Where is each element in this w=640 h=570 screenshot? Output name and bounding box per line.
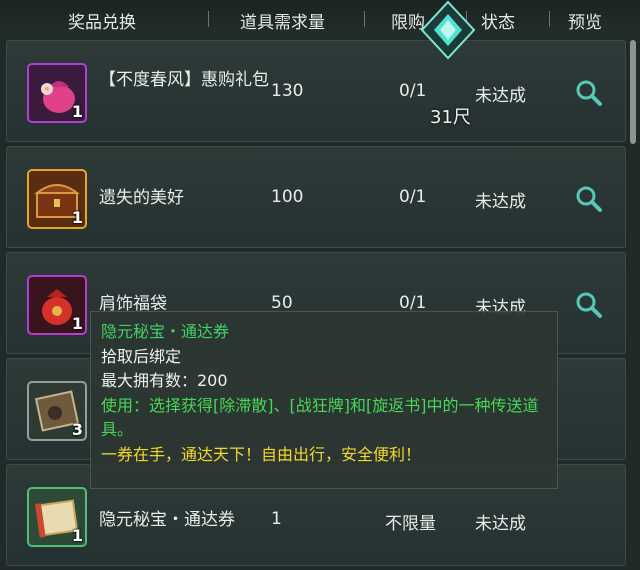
waypoint-marker-icon [420, 0, 476, 60]
item-count: 1 [71, 208, 83, 227]
item-count: 1 [71, 526, 83, 545]
reward-row[interactable]: 1 【不度春风】惠购礼包 130 0/1 未达成 [6, 40, 626, 142]
tooltip-max-own: 最大拥有数：200 [101, 371, 228, 390]
header-divider [364, 11, 365, 27]
scroll-ticket-icon[interactable]: 1 [27, 487, 87, 547]
required-amount: 100 [271, 187, 304, 207]
header-preview: 预览 [568, 13, 602, 33]
required-amount: 50 [271, 293, 293, 313]
item-count: 1 [71, 102, 83, 121]
pink-gift-bag-icon[interactable]: 1 [27, 63, 87, 123]
header-divider [208, 11, 209, 27]
header-divider [549, 11, 550, 27]
status-text: 未达成 [475, 86, 526, 106]
magnifier-icon[interactable] [575, 291, 603, 319]
required-amount: 130 [271, 81, 304, 101]
header-required-amount: 道具需求量 [240, 13, 325, 33]
item-count: 3 [71, 420, 83, 439]
purchase-limit: 不限量 [385, 514, 436, 534]
treasure-chest-icon[interactable]: 1 [27, 169, 87, 229]
item-count: 1 [71, 314, 83, 333]
status-text: 未达成 [475, 192, 526, 212]
reward-list[interactable]: 1 【不度春风】惠购礼包 130 0/1 未达成 1 遗失的美好 100 0/1… [6, 38, 626, 570]
status-text: 未达成 [475, 514, 526, 534]
marker-distance: 31尺 [430, 107, 471, 128]
tooltip-title: 隐元秘宝・通达券 [101, 322, 230, 341]
tooltip-bind-type: 拾取后绑定 [101, 346, 182, 366]
header-prize-exchange: 奖品兑换 [68, 13, 136, 33]
purchase-limit: 0/1 [399, 81, 427, 101]
required-amount: 1 [271, 509, 282, 529]
header-status: 状态 [481, 13, 515, 33]
purchase-limit: 0/1 [399, 187, 427, 207]
reward-row[interactable]: 1 遗失的美好 100 0/1 未达成 [6, 146, 626, 248]
table-header: 奖品兑换 道具需求量 限购 状态 预览 [0, 0, 640, 38]
scrollbar-thumb[interactable] [630, 40, 636, 144]
tooltip-flavor-text: 一券在手，通达天下！自由出行，安全便利！ [101, 444, 422, 464]
magnifier-icon[interactable] [575, 79, 603, 107]
purchase-limit: 0/1 [399, 293, 427, 313]
red-lucky-bag-icon[interactable]: 1 [27, 275, 87, 335]
reward-name: 隐元秘宝・通达券 [99, 510, 235, 530]
magnifier-icon[interactable] [575, 185, 603, 213]
item-tooltip: 隐元秘宝・通达券 拾取后绑定 最大拥有数：200 使用：选择获得[除滞散]、[战… [90, 311, 558, 489]
scroll-token-icon[interactable]: 3 [27, 381, 87, 441]
reward-name: 【不度春风】惠购礼包 [99, 70, 269, 90]
reward-name: 遗失的美好 [99, 188, 184, 208]
tooltip-description: 使用：选择获得[除滞散]、[战狂牌]和[旋返书]中的一种传送道具。 [101, 395, 539, 440]
